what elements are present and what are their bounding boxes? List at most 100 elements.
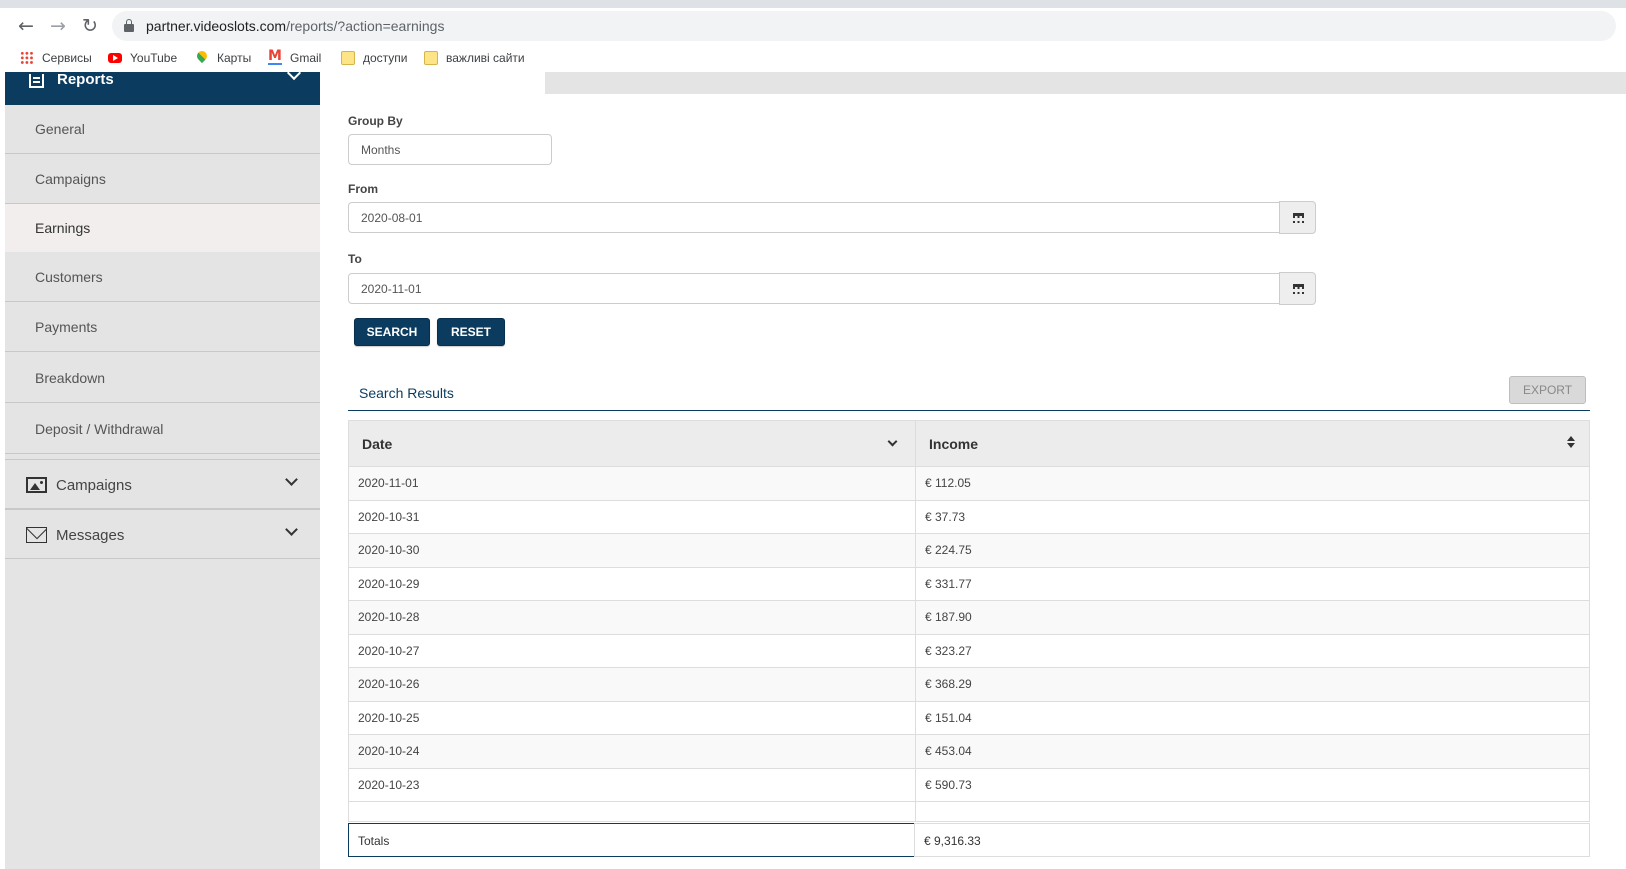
date-cell: 2020-10-27	[348, 633, 916, 668]
sidebar-item-payments[interactable]: Payments	[5, 303, 320, 352]
table-row: 2020-10-24 € 453.04	[348, 734, 1590, 769]
column-header-income[interactable]: Income	[915, 420, 1590, 467]
date-cell: 2020-10-26	[348, 667, 916, 702]
document-icon	[29, 74, 44, 88]
youtube-icon	[108, 53, 122, 63]
table-spacer-row	[348, 801, 1590, 822]
totals-row: Totals € 9,316.33	[348, 823, 1590, 857]
sidebar-section-title: Reports	[57, 71, 114, 88]
totals-label: Totals	[348, 823, 915, 857]
group-by-label: Group By	[348, 114, 403, 128]
maps-icon	[195, 51, 209, 65]
envelope-icon	[26, 527, 47, 543]
bookmark-apps[interactable]: Сервисы	[20, 48, 92, 68]
reset-button[interactable]: RESET	[437, 318, 505, 346]
sidebar-group-label: Campaigns	[56, 477, 132, 494]
date-cell: 2020-10-30	[348, 533, 916, 568]
table-row: 2020-10-27 € 323.27	[348, 633, 1590, 668]
search-button[interactable]: SEARCH	[354, 318, 430, 346]
table-row: 2020-11-01 € 112.05	[348, 466, 1590, 501]
results-table: Date Income 2020-11-01 € 112.05 2020-10-3…	[348, 420, 1590, 822]
income-cell: € 112.05	[915, 466, 1590, 501]
export-button[interactable]: EXPORT	[1509, 376, 1586, 404]
sidebar-item-campaigns[interactable]: Campaigns	[5, 155, 320, 204]
sidebar-item-label: Customers	[35, 269, 103, 285]
column-header-label: Income	[929, 435, 979, 452]
sidebar: Reports General Campaigns Earnings Custo…	[5, 65, 320, 869]
bookmark-youtube[interactable]: YouTube	[108, 48, 177, 68]
table-row: 2020-10-30 € 224.75	[348, 533, 1590, 568]
sidebar-group-messages[interactable]: Messages	[5, 509, 320, 559]
back-icon[interactable]: ←	[14, 14, 38, 38]
gmail-icon	[268, 48, 282, 65]
date-cell: 2020-10-25	[348, 700, 916, 735]
chevron-down-icon	[285, 473, 298, 486]
table-row: 2020-10-26 € 368.29	[348, 667, 1590, 702]
spacer-cell	[348, 801, 916, 822]
reload-icon[interactable]: ↻	[78, 14, 102, 38]
sidebar-item-general[interactable]: General	[5, 105, 320, 154]
income-cell: € 453.04	[915, 734, 1590, 769]
sidebar-item-label: General	[35, 121, 85, 137]
sidebar-section-reports[interactable]: Reports	[5, 65, 320, 105]
sort-desc-icon	[887, 436, 898, 447]
column-header-label: Date	[362, 435, 393, 452]
from-date-input[interactable]: 2020-08-01	[348, 202, 1280, 233]
sidebar-group-label: Messages	[56, 527, 125, 544]
date-cell: 2020-10-23	[348, 767, 916, 802]
date-cell: 2020-10-31	[348, 499, 916, 534]
bookmark-folder-dostupy[interactable]: доступи	[341, 48, 408, 68]
date-cell: 2020-10-24	[348, 734, 916, 769]
date-cell: 2020-10-28	[348, 600, 916, 635]
to-calendar-button[interactable]	[1279, 272, 1316, 305]
table-row: 2020-10-28 € 187.90	[348, 600, 1590, 635]
income-cell: € 187.90	[915, 600, 1590, 635]
column-header-date[interactable]: Date	[348, 420, 916, 467]
bookmark-gmail[interactable]: Gmail	[268, 48, 321, 68]
image-icon	[26, 477, 47, 493]
sidebar-item-breakdown[interactable]: Breakdown	[5, 354, 320, 403]
date-cell: 2020-11-01	[348, 466, 916, 501]
to-date-input[interactable]: 2020-11-01	[348, 273, 1280, 304]
browser-toolbar: ← → ↻ partner.videoslots.com/reports/?ac…	[0, 8, 1626, 42]
from-calendar-button[interactable]	[1279, 201, 1316, 234]
bookmark-maps[interactable]: Карты	[195, 48, 251, 68]
address-bar[interactable]: partner.videoslots.com/reports/?action=e…	[112, 11, 1616, 41]
sort-icon	[1567, 436, 1575, 450]
date-cell: 2020-10-29	[348, 566, 916, 601]
income-cell: € 151.04	[915, 700, 1590, 735]
income-cell: € 331.77	[915, 566, 1590, 601]
bookmark-folder-vazhlyvi[interactable]: важливі сайти	[424, 48, 525, 68]
content-tab-strip	[545, 72, 1626, 94]
sidebar-item-label: Payments	[35, 319, 98, 335]
income-cell: € 323.27	[915, 633, 1590, 668]
calendar-icon	[1293, 213, 1304, 223]
sidebar-item-label: Breakdown	[35, 370, 106, 386]
search-results-tab[interactable]: Search Results	[359, 385, 454, 401]
folder-icon	[341, 51, 355, 65]
forward-icon[interactable]: →	[46, 14, 70, 38]
to-label: To	[348, 252, 362, 266]
calendar-icon	[1293, 284, 1304, 294]
lock-icon	[124, 19, 134, 32]
url-text[interactable]: partner.videoslots.com/reports/?action=e…	[146, 18, 444, 34]
sidebar-item-label: Deposit / Withdrawal	[35, 421, 164, 437]
folder-icon	[424, 51, 438, 65]
table-row: 2020-10-29 € 331.77	[348, 566, 1590, 601]
sidebar-item-deposit-withdrawal[interactable]: Deposit / Withdrawal	[5, 405, 320, 454]
results-divider	[348, 410, 1590, 411]
chevron-down-icon	[285, 523, 298, 536]
table-row: 2020-10-25 € 151.04	[348, 700, 1590, 735]
sidebar-item-label: Campaigns	[35, 171, 106, 187]
sidebar-group-campaigns[interactable]: Campaigns	[5, 459, 320, 509]
apps-icon	[20, 51, 34, 65]
sidebar-item-earnings[interactable]: Earnings	[5, 204, 320, 253]
income-cell: € 368.29	[915, 667, 1590, 702]
from-label: From	[348, 182, 378, 196]
group-by-select[interactable]: Months	[348, 134, 552, 165]
sidebar-item-customers[interactable]: Customers	[5, 253, 320, 302]
table-row: 2020-10-23 € 590.73	[348, 767, 1590, 802]
sidebar-item-label: Earnings	[35, 220, 91, 236]
income-cell: € 224.75	[915, 533, 1590, 568]
spacer-cell	[915, 801, 1590, 822]
